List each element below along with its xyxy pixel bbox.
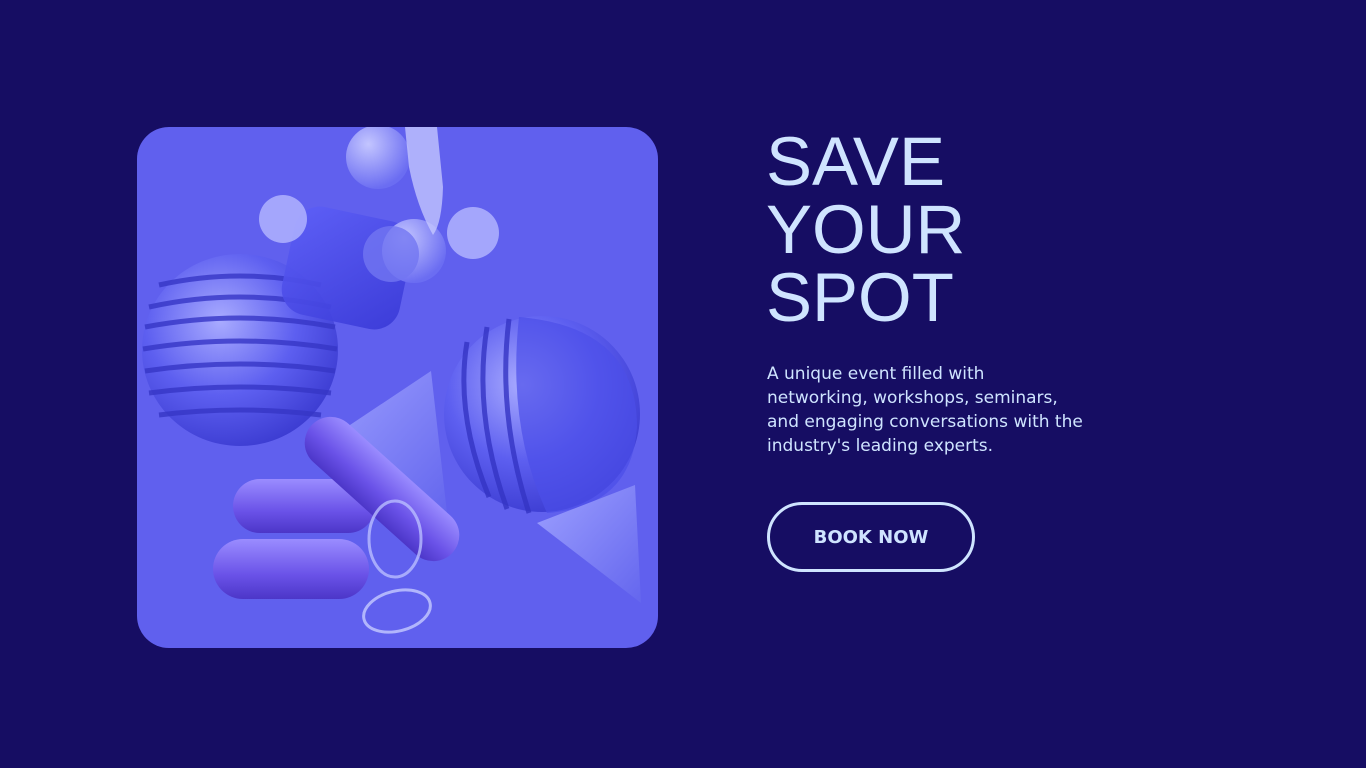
headline-line: SPOT (766, 259, 954, 336)
ribbed-sphere-right-shape (444, 316, 640, 514)
event-description: A unique event filled with networking, w… (767, 364, 1083, 456)
glass-drop-shape (405, 127, 443, 235)
glitter-ball-shape (259, 195, 307, 243)
headline: SAVE YOUR SPOT (766, 123, 966, 336)
headline-line: SAVE (766, 123, 945, 200)
headline-line: YOUR (766, 191, 966, 268)
glitter-ball-shape (447, 207, 499, 259)
abstract-shapes-image (137, 127, 658, 648)
abstract-3d-shapes-illustration (142, 127, 641, 634)
event-promo-page: SAVE YOUR SPOT A unique event filled wit… (0, 0, 1366, 768)
ball-shape (346, 127, 410, 189)
book-now-button[interactable]: BOOK NOW (767, 502, 975, 572)
